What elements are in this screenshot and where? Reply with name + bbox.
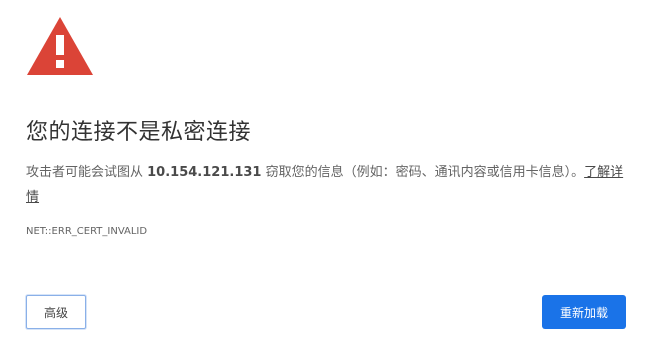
target-ip: 10.154.121.131 bbox=[147, 165, 262, 180]
page-title: 您的连接不是私密连接 bbox=[26, 120, 252, 145]
warning-triangle-icon bbox=[27, 17, 93, 75]
error-code: NET::ERR_CERT_INVALID bbox=[26, 226, 148, 237]
reload-button[interactable]: 重新加载 bbox=[542, 295, 626, 329]
explanation-suffix: 窃取您的信息（例如：密码、通讯内容或信用卡信息）。 bbox=[261, 165, 585, 180]
advanced-button[interactable]: 高级 bbox=[26, 295, 86, 329]
interstitial-page: 您的连接不是私密连接 攻击者可能会试图从 10.154.121.131 窃取您的… bbox=[0, 0, 648, 363]
explanation-prefix: 攻击者可能会试图从 bbox=[26, 165, 148, 180]
explanation-text: 攻击者可能会试图从 10.154.121.131 窃取您的信息（例如：密码、通讯… bbox=[26, 160, 626, 210]
